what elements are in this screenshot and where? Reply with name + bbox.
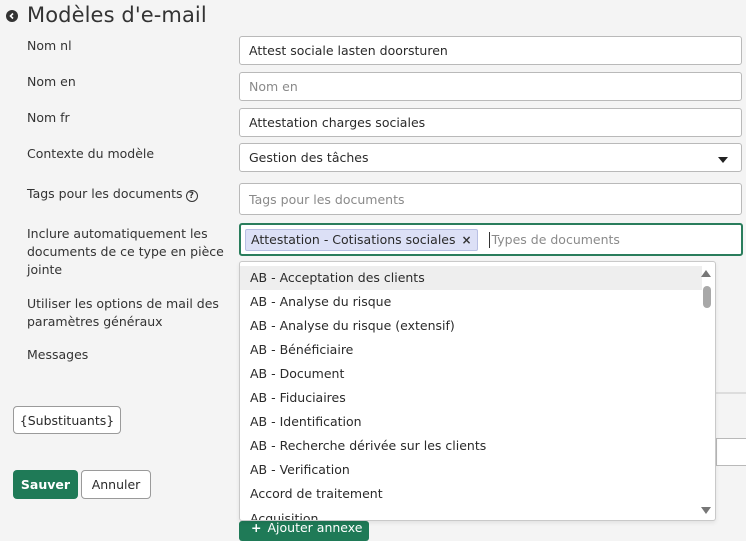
label-utiliser-line1: Utiliser les options de mail des <box>27 296 219 311</box>
page-title: Modèles d'e-mail <box>27 3 207 27</box>
substituants-button[interactable]: {Substituants} <box>13 406 121 434</box>
cancel-button[interactable]: Annuler <box>81 470 151 499</box>
save-button[interactable]: Sauver <box>13 470 78 499</box>
contexte-select[interactable]: Gestion des tâches <box>239 143 742 172</box>
selected-tag-chip: Attestation - Cotisations sociales × <box>245 228 478 251</box>
label-tags-docs: Tags pour les documents? <box>27 185 198 203</box>
label-inclure-line3: jointe <box>27 262 63 277</box>
dropdown-option[interactable]: Acquisition <box>240 507 702 520</box>
tags-docs-input[interactable]: Tags pour les documents <box>239 183 742 215</box>
chevron-down-icon <box>718 157 728 163</box>
label-inclure-line1: Inclure automatiquement les <box>27 226 208 241</box>
scrollbar-thumb[interactable] <box>703 286 711 308</box>
dropdown-option[interactable]: AB - Fiduciaires <box>240 386 702 410</box>
dropdown-list: AB - Acceptation des clients AB - Analys… <box>240 262 715 506</box>
label-tags-docs-text: Tags pour les documents <box>27 186 183 201</box>
scroll-down-arrow-icon[interactable] <box>701 507 711 514</box>
add-attachment-label: Ajouter annexe <box>267 520 363 535</box>
chip-label: Attestation - Cotisations sociales <box>251 232 456 247</box>
document-types-multiselect[interactable]: Attestation - Cotisations sociales × Typ… <box>239 223 743 256</box>
label-inclure-line2: documents de ce type en pièce <box>27 244 224 259</box>
dropdown-option[interactable]: AB - Identification <box>240 410 702 434</box>
dropdown-option[interactable]: AB - Document <box>240 362 702 386</box>
dropdown-option[interactable]: Accord de traitement <box>240 482 702 506</box>
nom-en-input[interactable]: Nom en <box>239 72 742 101</box>
dropdown-option[interactable]: AB - Analyse du risque <box>240 290 702 314</box>
messages-panel-edge <box>716 392 746 394</box>
title-row: Modèles d'e-mail <box>6 1 207 29</box>
back-arrow-icon[interactable] <box>6 10 18 22</box>
label-messages: Messages <box>27 347 89 362</box>
dropdown-option[interactable]: AB - Bénéficiaire <box>240 338 702 362</box>
remove-tag-icon[interactable]: × <box>462 233 472 247</box>
label-nom-en: Nom en <box>27 74 76 89</box>
help-icon[interactable]: ? <box>185 190 198 202</box>
dropdown-option[interactable]: AB - Recherche dérivée sur les clients <box>240 434 702 458</box>
document-types-search-input[interactable]: Types de documents <box>488 231 620 248</box>
label-nom-fr: Nom fr <box>27 110 70 125</box>
dropdown-option[interactable]: AB - Analyse du risque (extensif) <box>240 314 702 338</box>
messages-input-edge[interactable] <box>716 438 746 466</box>
scroll-up-arrow-icon[interactable] <box>701 270 711 277</box>
label-inclure: Inclure automatiquement les documents de… <box>27 225 224 279</box>
dropdown-option[interactable]: AB - Acceptation des clients <box>240 266 702 290</box>
nom-nl-input[interactable]: Attest sociale lasten doorsturen <box>239 36 742 65</box>
plus-icon: + <box>251 520 262 535</box>
add-attachment-button[interactable]: + Ajouter annexe <box>239 521 369 541</box>
dropdown-option[interactable]: AB - Verification <box>240 458 702 482</box>
document-types-dropdown[interactable]: AB - Acceptation des clients AB - Analys… <box>239 261 716 521</box>
label-contexte: Contexte du modèle <box>27 146 155 161</box>
label-utiliser: Utiliser les options de mail des paramèt… <box>27 295 219 331</box>
label-utiliser-line2: paramètres généraux <box>27 314 163 329</box>
label-nom-nl: Nom nl <box>27 38 72 53</box>
nom-fr-input[interactable]: Attestation charges sociales <box>239 108 742 137</box>
contexte-value: Gestion des tâches <box>249 150 369 165</box>
